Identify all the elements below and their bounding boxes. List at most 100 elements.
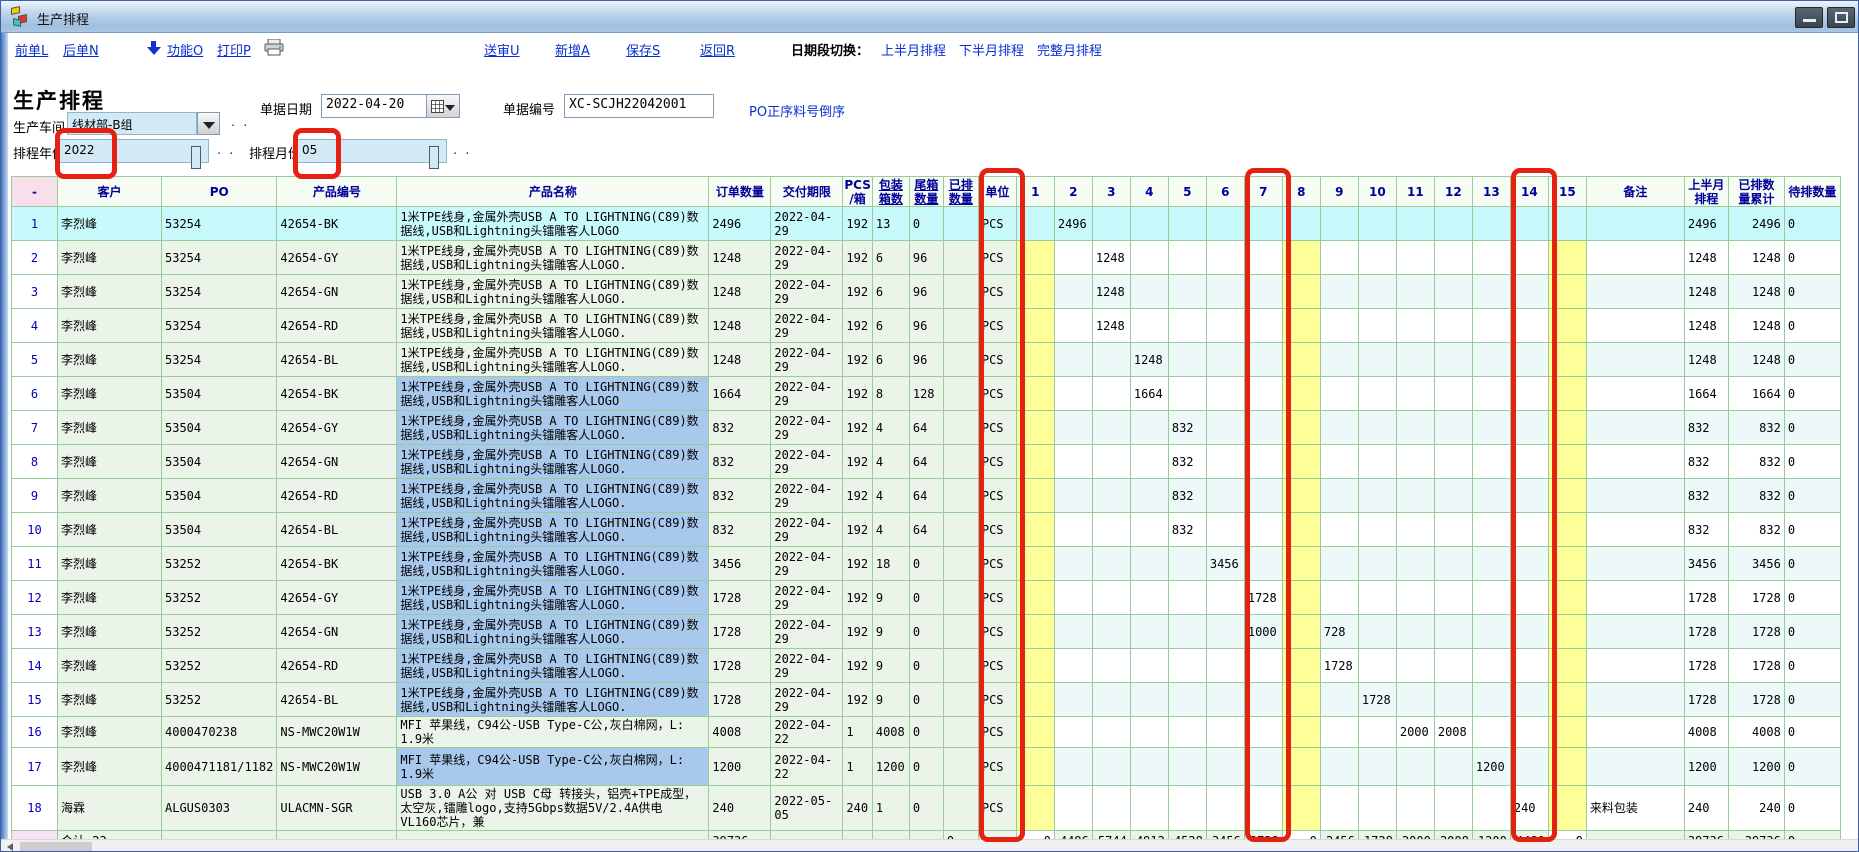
year-select[interactable]: 2022 [59, 139, 209, 163]
po-cell[interactable]: 53504 [162, 513, 277, 547]
scheduled-qty-cell[interactable] [943, 309, 978, 343]
day-qty-cell[interactable] [1396, 649, 1434, 683]
unit-cell[interactable]: PCS [978, 309, 1016, 343]
day-qty-cell[interactable] [1282, 241, 1320, 275]
day-qty-cell[interactable] [1434, 649, 1472, 683]
day-qty-cell[interactable]: 1728 [1320, 649, 1358, 683]
customer-cell[interactable]: 李烈峰 [58, 343, 162, 377]
part-number-cell[interactable]: 42654-RD [277, 479, 397, 513]
day-qty-cell[interactable]: 2496 [1054, 207, 1092, 241]
day-qty-cell[interactable] [1168, 786, 1206, 831]
remark-cell[interactable] [1586, 615, 1684, 649]
remark-cell[interactable] [1586, 241, 1684, 275]
po-cell[interactable]: 53252 [162, 615, 277, 649]
box-count-cell[interactable]: 9 [872, 683, 909, 717]
day-qty-cell[interactable] [1168, 207, 1206, 241]
box-count-cell[interactable]: 4 [872, 513, 909, 547]
day-qty-cell[interactable] [1206, 275, 1244, 309]
day-qty-cell[interactable] [1434, 479, 1472, 513]
cumulative-qty-cell[interactable]: 1728 [1728, 581, 1784, 615]
full-month-link[interactable]: 完整月排程 [1037, 40, 1102, 59]
day-qty-cell[interactable] [1168, 377, 1206, 411]
day-qty-cell[interactable]: 832 [1168, 479, 1206, 513]
scheduled-qty-cell[interactable] [943, 241, 978, 275]
day-qty-cell[interactable] [1206, 786, 1244, 831]
day-qty-cell[interactable] [1472, 343, 1510, 377]
customer-cell[interactable]: 李烈峰 [58, 241, 162, 275]
calendar-button[interactable] [426, 94, 460, 118]
row-selector[interactable]: 5 [12, 343, 58, 377]
unit-cell[interactable]: PCS [978, 581, 1016, 615]
pending-qty-cell[interactable]: 0 [1784, 445, 1840, 479]
day-qty-cell[interactable] [1472, 275, 1510, 309]
part-number-cell[interactable]: 42654-BL [277, 513, 397, 547]
day-qty-cell[interactable] [1130, 717, 1168, 748]
day-qty-cell[interactable] [1244, 649, 1282, 683]
po-cell[interactable]: 53254 [162, 343, 277, 377]
due-date-cell[interactable]: 2022-04-29 [771, 207, 843, 241]
day-qty-cell[interactable] [1016, 786, 1054, 831]
cumulative-qty-cell[interactable]: 832 [1728, 411, 1784, 445]
first-half-qty-cell[interactable]: 832 [1684, 513, 1728, 547]
remark-cell[interactable] [1586, 445, 1684, 479]
day-qty-cell[interactable] [1282, 717, 1320, 748]
pending-qty-cell[interactable]: 0 [1784, 649, 1840, 683]
day-qty-cell[interactable] [1510, 547, 1548, 581]
day-qty-cell[interactable] [1510, 377, 1548, 411]
day-qty-cell[interactable] [1092, 786, 1130, 831]
day-qty-cell[interactable] [1396, 445, 1434, 479]
unit-cell[interactable]: PCS [978, 683, 1016, 717]
tail-qty-cell[interactable]: 96 [909, 275, 943, 309]
due-date-cell[interactable]: 2022-04-29 [771, 445, 843, 479]
unit-cell[interactable]: PCS [978, 411, 1016, 445]
day-qty-cell[interactable] [1054, 377, 1092, 411]
row-selector[interactable]: 12 [12, 581, 58, 615]
day-qty-cell[interactable] [1358, 748, 1396, 786]
customer-cell[interactable]: 李烈峰 [58, 377, 162, 411]
po-cell[interactable]: 53254 [162, 309, 277, 343]
cumulative-qty-cell[interactable]: 832 [1728, 513, 1784, 547]
unit-cell[interactable]: PCS [978, 343, 1016, 377]
day-qty-cell[interactable] [1320, 309, 1358, 343]
scroll-thumb[interactable] [20, 842, 92, 852]
unit-cell[interactable]: PCS [978, 445, 1016, 479]
day-qty-cell[interactable] [1016, 309, 1054, 343]
remark-cell[interactable]: 来料包装 [1586, 786, 1684, 831]
unit-cell[interactable]: PCS [978, 717, 1016, 748]
day-qty-cell[interactable] [1358, 717, 1396, 748]
product-name-cell[interactable]: 1米TPE线身,金属外壳USB A TO LIGHTNING(C89)数据线,U… [397, 547, 709, 581]
product-name-cell[interactable]: 1米TPE线身,金属外壳USB A TO LIGHTNING(C89)数据线,U… [397, 513, 709, 547]
day-qty-cell[interactable] [1510, 717, 1548, 748]
product-name-cell[interactable]: USB 3.0 A公 对 USB C母 转接头，铝壳+TPE成型，太空灰,镭雕l… [397, 786, 709, 831]
box-count-cell[interactable]: 4 [872, 445, 909, 479]
day-qty-cell[interactable]: 1200 [1472, 748, 1510, 786]
customer-cell[interactable]: 李烈峰 [58, 309, 162, 343]
po-cell[interactable]: 53254 [162, 241, 277, 275]
day-qty-cell[interactable] [1016, 547, 1054, 581]
product-name-cell[interactable]: MFI 苹果线，C94公-USB Type-C公,灰白棉网，L: 1.9米 [397, 748, 709, 786]
day-qty-cell[interactable] [1548, 581, 1586, 615]
day-qty-cell[interactable] [1054, 615, 1092, 649]
first-half-qty-cell[interactable]: 240 [1684, 786, 1728, 831]
po-cell[interactable]: 53252 [162, 581, 277, 615]
pending-qty-cell[interactable]: 0 [1784, 513, 1840, 547]
day-qty-cell[interactable] [1434, 581, 1472, 615]
day-qty-cell[interactable] [1396, 513, 1434, 547]
day-qty-cell[interactable] [1054, 445, 1092, 479]
row-selector[interactable]: 1 [12, 207, 58, 241]
box-count-cell[interactable]: 4 [872, 479, 909, 513]
po-cell[interactable]: 53252 [162, 547, 277, 581]
customer-cell[interactable]: 李烈峰 [58, 411, 162, 445]
part-number-cell[interactable]: 42654-RD [277, 309, 397, 343]
day-qty-cell[interactable] [1282, 377, 1320, 411]
product-name-cell[interactable]: 1米TPE线身,金属外壳USB A TO LIGHTNING(C89)数据线,U… [397, 377, 709, 411]
day-qty-cell[interactable] [1548, 377, 1586, 411]
due-date-cell[interactable]: 2022-04-29 [771, 547, 843, 581]
remark-cell[interactable] [1586, 513, 1684, 547]
pcs-per-box-cell[interactable]: 192 [843, 683, 872, 717]
po-cell[interactable]: 4000471181/1182 [162, 748, 277, 786]
day-qty-cell[interactable] [1092, 445, 1130, 479]
due-date-cell[interactable]: 2022-04-29 [771, 683, 843, 717]
day-qty-cell[interactable] [1358, 309, 1396, 343]
day-qty-cell[interactable] [1472, 683, 1510, 717]
